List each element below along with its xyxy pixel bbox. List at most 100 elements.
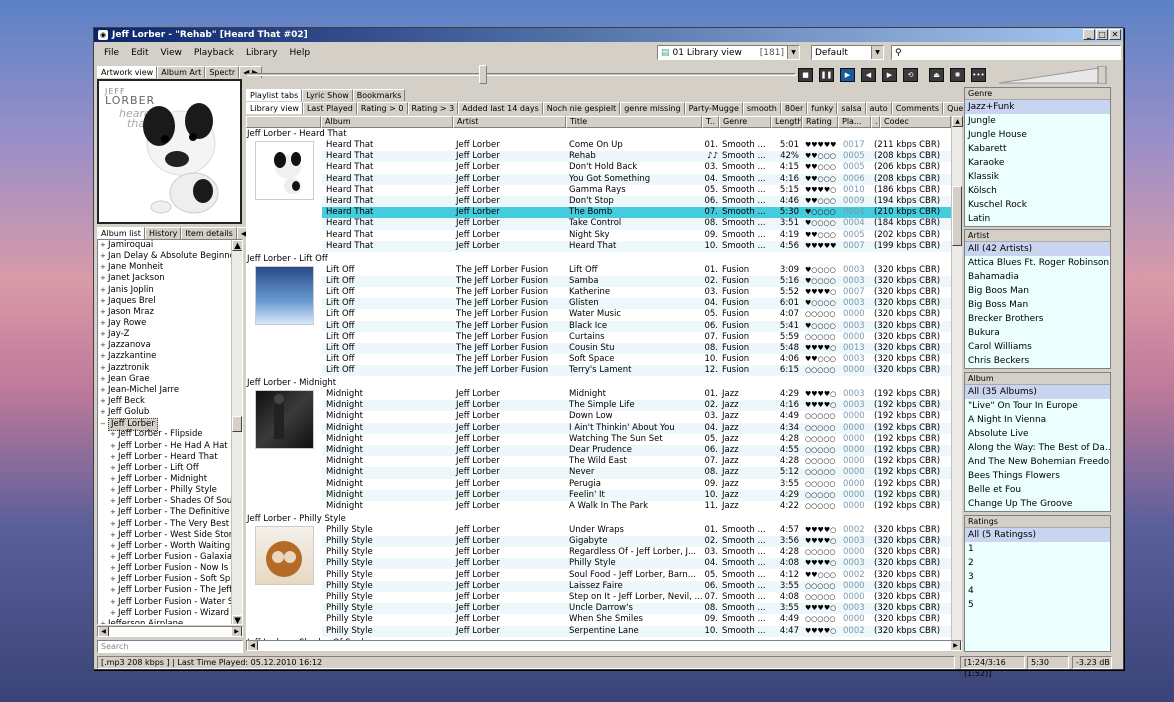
tree-scroll-thumb[interactable]	[232, 416, 242, 432]
menu-edit[interactable]: Edit	[131, 48, 148, 58]
track-row[interactable]: Lift Off The Jeff Lorber Fusion Cousin Stu…	[322, 342, 951, 355]
track-row[interactable]: Midnight Jeff Lorber Watching The Sun Set 0…	[322, 434, 951, 445]
ratings-item[interactable]: 1	[965, 542, 1110, 556]
track-row[interactable]: Heard That Jeff Lorber Take Control 08. Smoo…	[322, 218, 951, 230]
tree-item[interactable]: + Jaques Brel	[98, 296, 242, 307]
tree-item[interactable]: + Jeff Lorber Fusion - The Jeff	[98, 585, 242, 596]
col-dot[interactable]: .	[871, 116, 880, 128]
tree-hscrollbar[interactable]: ◀ ▶	[97, 626, 243, 637]
eject-icon[interactable]: ⏏	[929, 68, 944, 82]
col-track[interactable]: T..	[702, 116, 719, 128]
track-row[interactable]: Philly Style Jeff Lorber Gigabyte 02. Smooth…	[322, 535, 951, 548]
tree-item[interactable]: + Jeff Lorber - Philly Style	[98, 485, 242, 496]
menu-view[interactable]: View	[161, 48, 182, 58]
expand-icon[interactable]: +	[110, 597, 118, 608]
expand-icon[interactable]: +	[100, 318, 108, 329]
expand-icon[interactable]: +	[100, 396, 108, 407]
col-playcount[interactable]: Pla...	[838, 116, 871, 128]
tab-spectrum[interactable]: Spectr	[205, 66, 240, 78]
playlist-tab[interactable]: genre missing	[620, 102, 685, 114]
expand-icon[interactable]: +	[100, 262, 108, 273]
playlist-scrollbar[interactable]: ▲	[951, 116, 963, 640]
artist-list[interactable]: All (42 Artists) Attica Blues Ft. Roger R…	[965, 242, 1110, 368]
playlist-tab[interactable]: funky	[807, 102, 838, 114]
album-item[interactable]: Bees Things Flowers	[965, 469, 1110, 483]
tree-item[interactable]: + Jeff Golub	[98, 407, 242, 418]
tree-item[interactable]: + Jeff Lorber Fusion - Wizard I	[98, 608, 242, 619]
genre-item[interactable]: Klassik	[965, 170, 1110, 184]
track-row[interactable]: Midnight Jeff Lorber Feelin' It 10. Jazz 4:29…	[322, 489, 951, 501]
tree-item[interactable]: + Jeff Lorber - Worth Waiting F	[98, 541, 242, 552]
expand-icon[interactable]: +	[110, 441, 118, 452]
track-row[interactable]: Lift Off The Jeff Lorber Fusion Black Ice 0…	[322, 320, 951, 332]
minimize-button[interactable]: _	[1083, 29, 1095, 40]
track-row[interactable]: Heard That Jeff Lorber Don't Hold Back 03. S…	[322, 162, 951, 173]
tree-item[interactable]: + Janet Jackson	[98, 273, 242, 284]
tab-album-list[interactable]: Album list	[97, 227, 145, 239]
track-row[interactable]: Philly Style Jeff Lorber Step on It - Jeff…	[322, 592, 951, 603]
menu-file[interactable]: File	[104, 48, 119, 58]
tree-item[interactable]: + Jeff Lorber Fusion - Water S	[98, 597, 242, 608]
track-row[interactable]: Heard That Jeff Lorber Night Sky 09. Smooth …	[322, 230, 951, 241]
album-item[interactable]: "Live" On Tour In Europe	[965, 399, 1110, 413]
previous-button[interactable]: ◀	[861, 68, 876, 82]
tree-item[interactable]: − Jeff Lorber	[98, 418, 242, 432]
track-row[interactable]: Heard That Jeff Lorber Gamma Rays 05. Smooth…	[322, 185, 951, 196]
track-row[interactable]: Midnight Jeff Lorber Midnight 01. Jazz 4:29 ♥♥…	[322, 389, 951, 400]
expand-icon[interactable]: +	[100, 285, 108, 296]
expand-icon[interactable]: +	[110, 496, 118, 507]
playlist-tab[interactable]: salsa	[837, 102, 866, 114]
tree-item[interactable]: + Jazzkantine	[98, 351, 242, 362]
expand-icon[interactable]: +	[100, 407, 108, 418]
playlist-scroll-thumb[interactable]	[952, 186, 962, 246]
artist-item[interactable]: Carol Williams	[965, 340, 1110, 354]
track-row[interactable]: Heard That Jeff Lorber Don't Stop 06. Smooth…	[322, 196, 951, 208]
tree-item[interactable]: + Jeff Lorber - Shades Of Soul	[98, 496, 242, 507]
expand-icon[interactable]: +	[110, 574, 118, 585]
track-row[interactable]: Philly Style Jeff Lorber Uncle Darrow's 08.…	[322, 603, 951, 615]
track-row[interactable]: Philly Style Jeff Lorber Serpentine Lane 10…	[322, 625, 951, 637]
tab-bookmarks[interactable]: Bookmarks	[352, 89, 406, 101]
track-row[interactable]: Midnight Jeff Lorber The Simple Life 02. Jaz…	[322, 400, 951, 412]
scroll-left-icon[interactable]: ◀	[98, 627, 109, 636]
expand-icon[interactable]: +	[110, 463, 118, 474]
expand-icon[interactable]: +	[100, 273, 108, 284]
playlist-tab[interactable]: smooth	[742, 102, 781, 114]
expand-icon[interactable]: +	[110, 552, 118, 563]
track-row[interactable]: Lift Off The Jeff Lorber Fusion Katherine 0…	[322, 287, 951, 298]
genre-list[interactable]: Jazz+Funk Jungle Jungle House Kabarett Karao…	[965, 100, 1110, 226]
tree-item[interactable]: + Jeff Lorber - Lift Off	[98, 463, 242, 474]
scroll-up-icon[interactable]: ▲	[952, 116, 963, 127]
track-row[interactable]: Midnight Jeff Lorber Dear Prudence 06. Jazz 4…	[322, 445, 951, 457]
expand-icon[interactable]: +	[100, 251, 108, 262]
scroll-left-icon[interactable]: ◀	[247, 641, 258, 650]
expand-icon[interactable]: +	[100, 385, 108, 396]
playlist-tab[interactable]: Library view	[246, 102, 303, 114]
genre-item[interactable]: Kabarett	[965, 142, 1110, 156]
expand-icon[interactable]: +	[100, 363, 108, 374]
track-row[interactable]: Midnight Jeff Lorber Perugia 09. Jazz 3:55 ○○○…	[322, 479, 951, 490]
col-rating[interactable]: Rating	[802, 116, 838, 128]
expand-icon[interactable]: +	[110, 563, 118, 574]
playlist-view[interactable]: Jeff Lorber - Heard That Heard That Jeff L…	[246, 128, 951, 640]
expand-icon[interactable]: +	[110, 530, 118, 541]
track-row[interactable]: Philly Style Jeff Lorber Philly Style 04. Sm…	[322, 558, 951, 570]
genre-item[interactable]: Kölsch	[965, 184, 1110, 198]
title-bar[interactable]: ◉ Jeff Lorber - "Rehab" [Heard That #02]…	[94, 28, 1123, 42]
track-row[interactable]: Heard That Jeff Lorber The Bomb 07. Smooth .…	[322, 207, 951, 219]
expand-icon[interactable]: +	[110, 429, 118, 440]
playlist-tab[interactable]: Noch nie gespielt	[542, 102, 621, 114]
tree-item[interactable]: + Jeff Beck	[98, 396, 242, 407]
playlist-tab[interactable]: Rating > 0	[356, 102, 408, 114]
genre-item[interactable]: Karaoke	[965, 156, 1110, 170]
track-row[interactable]: Midnight Jeff Lorber I Ain't Thinkin' Abou…	[322, 422, 951, 434]
expand-icon[interactable]: +	[110, 608, 118, 619]
seek-bar[interactable]	[246, 73, 796, 76]
col-cover[interactable]	[246, 116, 321, 128]
ratings-item[interactable]: 3	[965, 570, 1110, 584]
tree-item[interactable]: + Jeff Lorber Fusion - Galaxian	[98, 552, 242, 563]
track-row[interactable]: Lift Off The Jeff Lorber Fusion Water Musi…	[322, 309, 951, 320]
expand-icon[interactable]: +	[100, 340, 108, 351]
chevron-down-icon[interactable]: ▼	[871, 46, 883, 59]
preset-combo[interactable]: Default ▼	[811, 45, 884, 60]
